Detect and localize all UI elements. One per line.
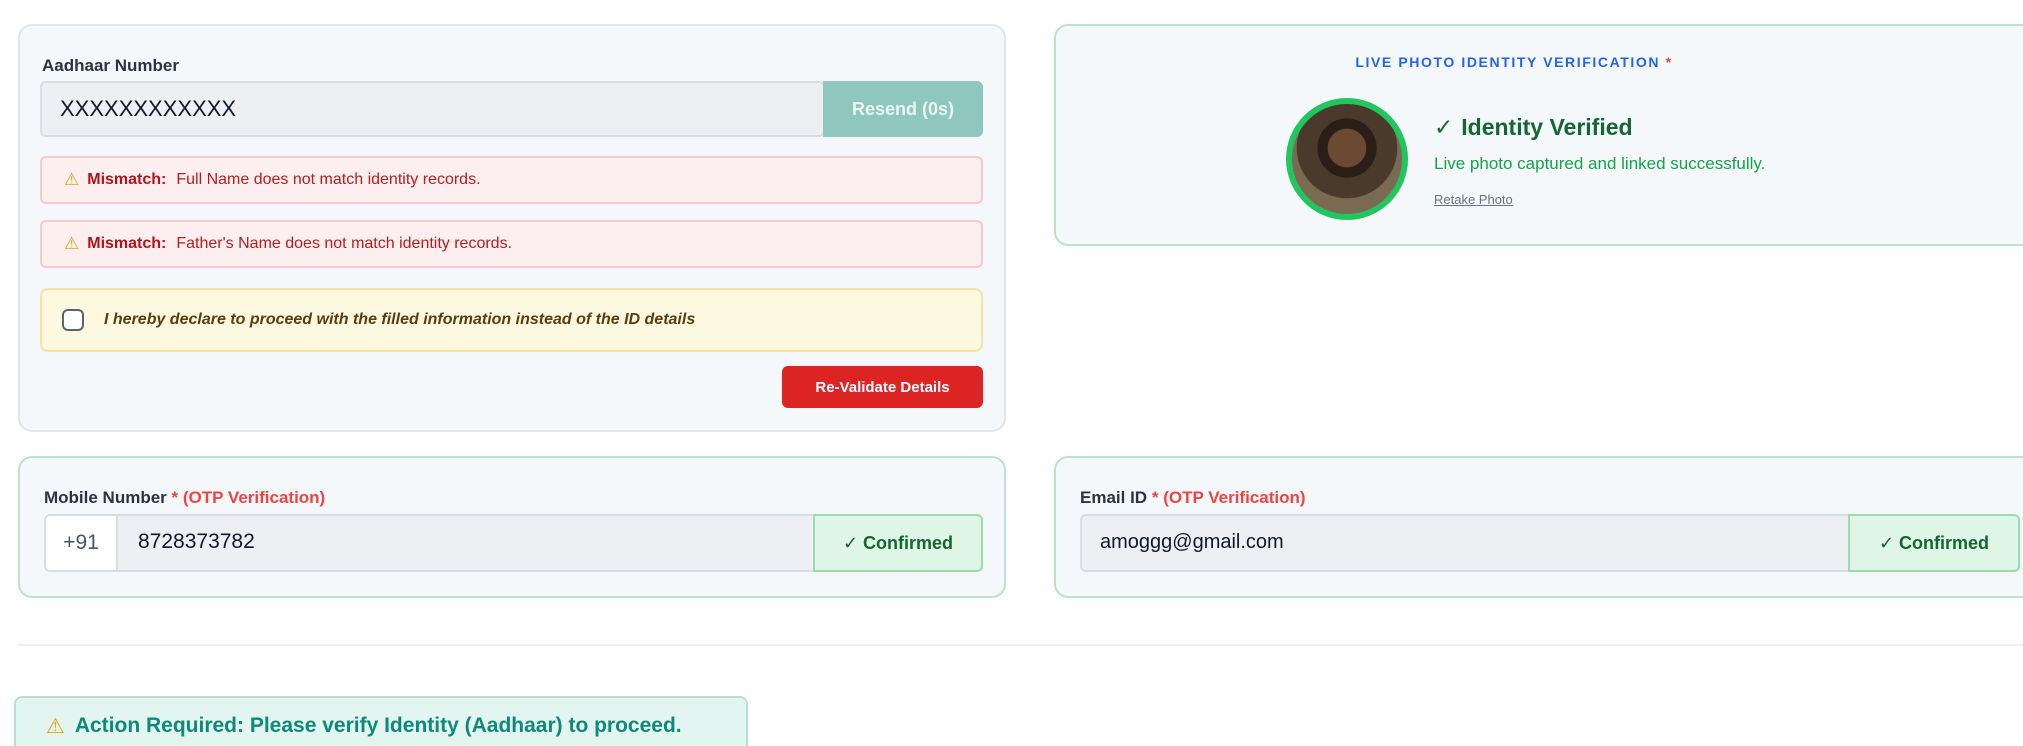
live-photo-avatar: [1286, 98, 1408, 220]
mobile-label: Mobile Number * (OTP Verification): [44, 488, 325, 508]
section-divider: [18, 644, 2023, 646]
aadhaar-value: XXXXXXXXXXXX: [60, 96, 237, 121]
live-photo-card: LIVE PHOTO IDENTITY VERIFICATION * ✓ Iden…: [1054, 24, 2023, 246]
declaration-checkbox[interactable]: [62, 309, 84, 331]
warning-icon: ⚠: [64, 170, 80, 189]
email-label-text: Email ID: [1080, 488, 1148, 507]
live-photo-image: [1292, 104, 1402, 214]
required-mark: *: [1151, 488, 1159, 507]
email-input[interactable]: amoggg@gmail.com: [1080, 514, 1875, 572]
country-code-prefix: +91: [44, 514, 118, 572]
warning-icon: ⚠: [64, 234, 80, 253]
required-mark: *: [1665, 54, 1673, 70]
mismatch-prefix: Mismatch:: [87, 235, 167, 252]
otp-note: (OTP Verification): [1163, 488, 1306, 507]
check-icon: ✓: [1434, 114, 1454, 140]
aadhaar-card: Aadhaar Number XXXXXXXXXXXX Resend (0s) …: [18, 24, 1006, 432]
retake-photo-link[interactable]: Retake Photo: [1434, 192, 1513, 207]
mismatch-alert-full-name: ⚠ Mismatch: Full Name does not match ide…: [40, 156, 983, 204]
mismatch-prefix: Mismatch:: [87, 171, 167, 188]
mobile-label-text: Mobile Number: [44, 488, 167, 507]
aadhaar-label: Aadhaar Number: [42, 56, 179, 75]
email-value: amoggg@gmail.com: [1100, 531, 1284, 553]
email-label: Email ID * (OTP Verification): [1080, 488, 1306, 508]
identity-verified-text: Identity Verified: [1461, 114, 1633, 140]
mobile-card: Mobile Number * (OTP Verification) +91 8…: [18, 456, 1006, 598]
live-photo-title: LIVE PHOTO IDENTITY VERIFICATION *: [1056, 54, 1972, 70]
live-photo-title-text: LIVE PHOTO IDENTITY VERIFICATION: [1355, 54, 1661, 70]
email-confirmed-button[interactable]: ✓ Confirmed: [1848, 514, 2020, 572]
declaration-box: I hereby declare to proceed with the fil…: [40, 288, 983, 352]
mobile-confirmed-button[interactable]: ✓ Confirmed: [813, 514, 983, 572]
email-card: Email ID * (OTP Verification) amoggg@gma…: [1054, 456, 2023, 598]
warning-icon: ⚠: [46, 714, 65, 738]
required-mark: *: [171, 488, 179, 507]
mismatch-text: Father's Name does not match identity re…: [176, 235, 513, 252]
mobile-value: 8728373782: [138, 530, 255, 553]
identity-verified-title: ✓ Identity Verified: [1434, 114, 1633, 141]
mismatch-text: Full Name does not match identity record…: [176, 171, 481, 188]
declaration-text: I hereby declare to proceed with the fil…: [104, 311, 696, 328]
mismatch-alert-fathers-name: ⚠ Mismatch: Father's Name does not match…: [40, 220, 983, 268]
resend-otp-button[interactable]: Resend (0s): [823, 81, 983, 137]
action-required-banner: ⚠ Action Required: Please verify Identit…: [14, 696, 748, 746]
mobile-input[interactable]: 8728373782: [116, 514, 832, 572]
action-required-text: Action Required: Please verify Identity …: [74, 714, 682, 737]
identity-verified-subtitle: Live photo captured and linked successfu…: [1434, 154, 1766, 173]
revalidate-button[interactable]: Re-Validate Details: [782, 366, 983, 408]
aadhaar-input[interactable]: XXXXXXXXXXXX: [40, 81, 825, 137]
otp-note: (OTP Verification): [182, 488, 326, 507]
